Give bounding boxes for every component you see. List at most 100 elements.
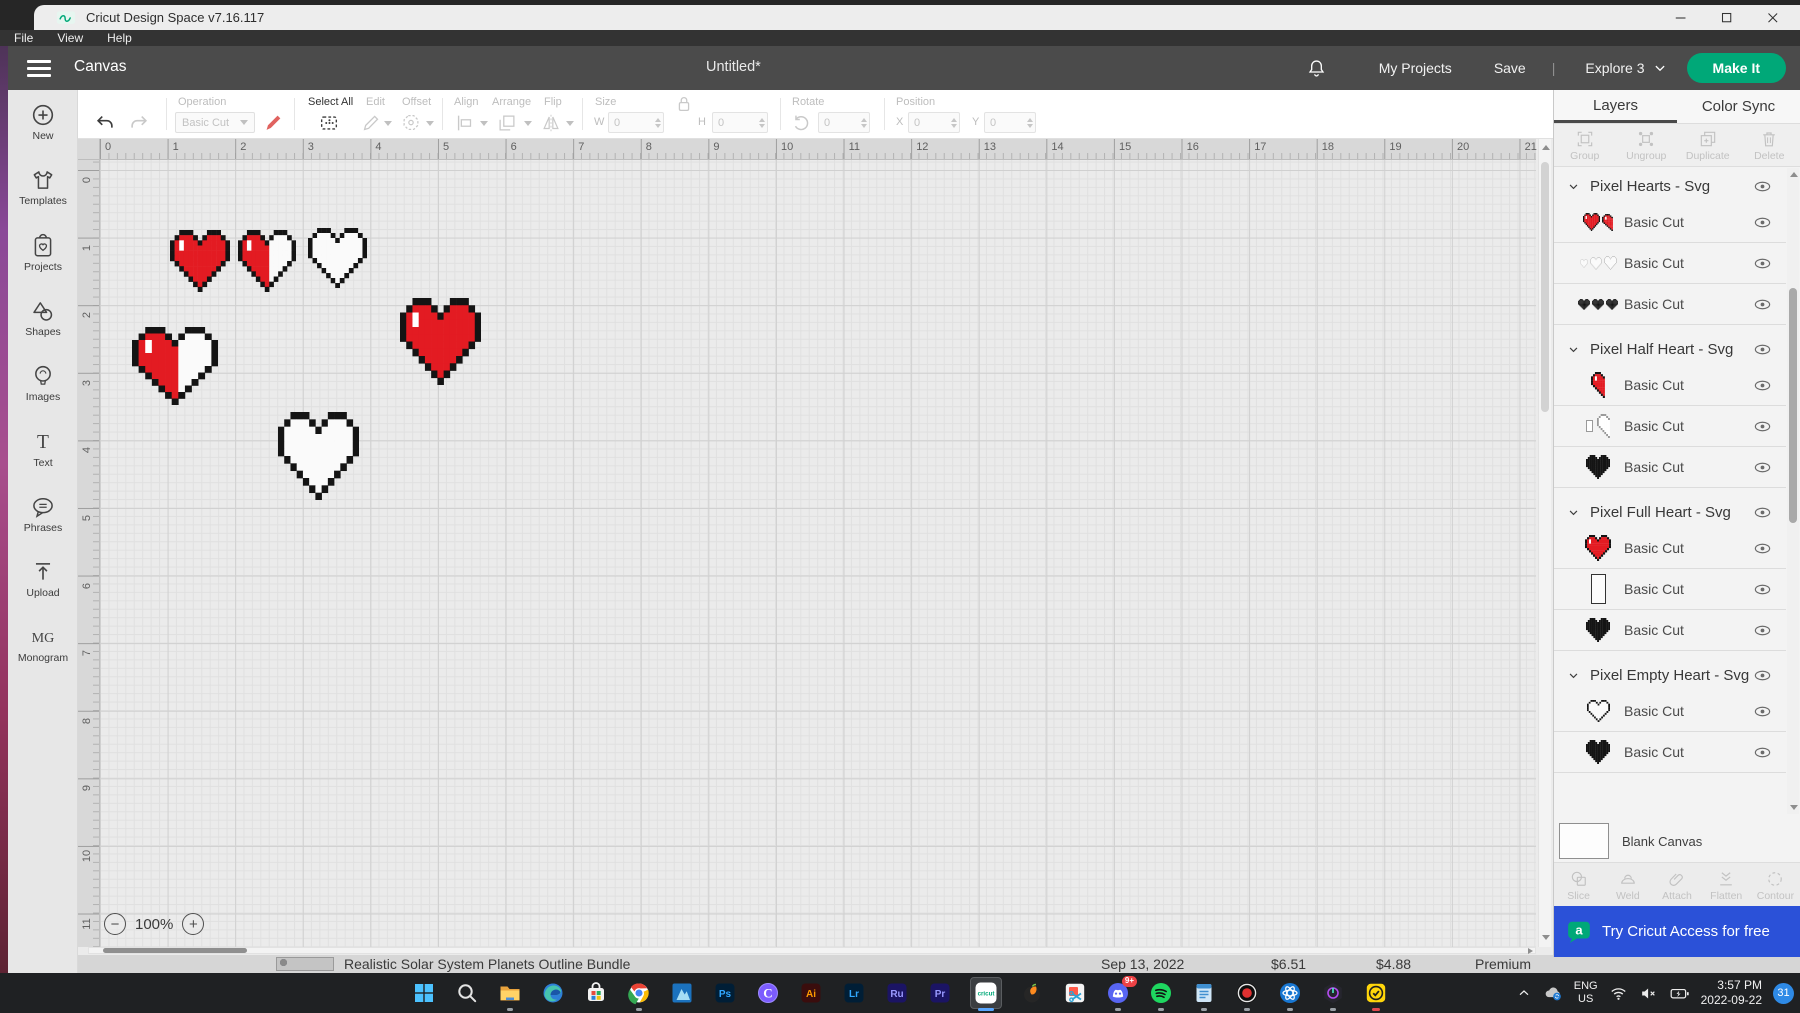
layer-row[interactable]: Basic Cut	[1554, 202, 1786, 243]
language-switcher[interactable]: ENGUS	[1574, 980, 1598, 1005]
menu-file[interactable]: File	[14, 31, 33, 45]
sidebar-item-projects[interactable]: Projects	[8, 233, 78, 273]
tray-overflow-icon[interactable]	[1516, 985, 1532, 1001]
x-stepper[interactable]	[951, 118, 957, 128]
chevron-down-icon[interactable]	[1566, 505, 1581, 520]
layer-row[interactable]: Basic Cut	[1554, 732, 1786, 773]
y-stepper[interactable]	[1027, 118, 1033, 128]
layer-visibility-icon[interactable]	[1753, 340, 1772, 359]
screen-recorder-icon[interactable]	[1234, 980, 1260, 1006]
color-swatch-pencil-icon[interactable]	[262, 112, 284, 134]
undo-button[interactable]	[94, 112, 116, 134]
sidebar-item-shapes[interactable]: Shapes	[8, 298, 78, 338]
chevron-down-icon[interactable]	[1566, 179, 1581, 194]
start-button[interactable]	[411, 980, 437, 1006]
volume-muted-icon[interactable]	[1639, 984, 1658, 1003]
circle-app-icon[interactable]: C	[755, 980, 781, 1006]
science-app-icon[interactable]	[1277, 980, 1303, 1006]
battery-icon[interactable]	[1669, 983, 1690, 1004]
search-button[interactable]	[454, 980, 480, 1006]
layer-visibility-icon[interactable]	[1753, 213, 1772, 232]
canvas-heart-half[interactable]	[238, 230, 296, 297]
canvas-heart-empty[interactable]	[278, 412, 359, 505]
chevron-down-icon[interactable]	[1566, 342, 1581, 357]
canvas-horizontal-scrollbar[interactable]	[88, 947, 1536, 954]
sidebar-item-upload[interactable]: Upload	[8, 559, 78, 599]
slice-button[interactable]: Slice	[1554, 863, 1603, 907]
canvas-heart-full[interactable]	[400, 298, 481, 390]
tab-color-sync[interactable]: Color Sync	[1677, 90, 1800, 123]
panel-scrollbar[interactable]	[1787, 168, 1799, 814]
weld-button[interactable]: Weld	[1603, 863, 1652, 907]
sidebar-item-new[interactable]: New	[8, 102, 78, 142]
menu-help[interactable]: Help	[107, 31, 132, 45]
premiere-pro-icon[interactable]: Pr	[927, 980, 953, 1006]
layer-visibility-icon[interactable]	[1753, 458, 1772, 477]
lock-aspect-icon[interactable]	[673, 93, 689, 109]
notes-app-icon[interactable]	[1191, 980, 1217, 1006]
chrome-icon[interactable]	[626, 980, 652, 1006]
make-it-button[interactable]: Make It	[1687, 53, 1786, 83]
layer-visibility-icon[interactable]	[1753, 580, 1772, 599]
cricut-access-banner[interactable]: a Try Cricut Access for free	[1554, 906, 1800, 957]
onedrive-icon[interactable]	[1543, 983, 1563, 1003]
save-link[interactable]: Save	[1494, 60, 1526, 76]
layer-visibility-icon[interactable]	[1753, 177, 1772, 196]
redo-button[interactable]	[128, 112, 150, 134]
layer-visibility-icon[interactable]	[1753, 503, 1772, 522]
width-stepper[interactable]	[655, 118, 661, 128]
flatten-button[interactable]: Flatten	[1702, 863, 1751, 907]
v-scroll-thumb[interactable]	[1541, 162, 1549, 412]
fl-studio-icon[interactable]	[1019, 980, 1045, 1006]
canvas-heart-empty[interactable]	[308, 228, 367, 293]
close-button[interactable]	[1750, 5, 1796, 30]
lightroom-icon[interactable]: Lr	[841, 980, 867, 1006]
blank-canvas-row[interactable]: Blank Canvas	[1554, 820, 1800, 862]
utility-app-icon[interactable]	[1320, 980, 1346, 1006]
sidebar-item-phrases[interactable]: Phrases	[8, 494, 78, 534]
chevron-down-icon[interactable]	[1651, 59, 1669, 77]
layer-visibility-icon[interactable]	[1753, 254, 1772, 273]
spotify-icon[interactable]	[1148, 980, 1174, 1006]
operation-dropdown[interactable]: Basic Cut	[175, 112, 255, 133]
layer-group-header[interactable]: Pixel Half Heart - Svg	[1554, 334, 1786, 365]
sidebar-item-images[interactable]: Images	[8, 363, 78, 403]
discord-icon[interactable]: 9+	[1105, 980, 1131, 1006]
taskbar-clock[interactable]: 3:57 PM 2022-09-22	[1701, 978, 1762, 1008]
sidebar-item-monogram[interactable]: MGMonogram	[8, 624, 78, 664]
sidebar-item-templates[interactable]: Templates	[8, 167, 78, 207]
maximize-button[interactable]	[1704, 5, 1750, 30]
layer-group-header[interactable]: Pixel Hearts - Svg	[1554, 171, 1786, 202]
rotate-stepper[interactable]	[861, 118, 867, 128]
attach-button[interactable]: Attach	[1652, 863, 1701, 907]
layer-row[interactable]: Basic Cut	[1554, 569, 1786, 610]
canvas-grid[interactable]	[100, 160, 1536, 947]
layer-group-header[interactable]: Pixel Full Heart - Svg	[1554, 497, 1786, 528]
minimize-button[interactable]	[1658, 5, 1704, 30]
document-title[interactable]: Untitled*	[706, 59, 761, 75]
layer-visibility-icon[interactable]	[1753, 743, 1772, 762]
my-projects-link[interactable]: My Projects	[1379, 60, 1452, 76]
affinity-designer-icon[interactable]	[669, 980, 695, 1006]
layer-row[interactable]: Basic Cut	[1554, 528, 1786, 569]
layer-visibility-icon[interactable]	[1753, 539, 1772, 558]
file-explorer-icon[interactable]	[497, 980, 523, 1006]
height-stepper[interactable]	[759, 118, 765, 128]
layer-row[interactable]: Basic Cut	[1554, 365, 1786, 406]
delete-button[interactable]: Delete	[1739, 124, 1800, 166]
layer-row[interactable]: Basic Cut	[1554, 243, 1786, 284]
layer-row[interactable]: Basic Cut	[1554, 691, 1786, 732]
layer-row[interactable]: Basic Cut	[1554, 406, 1786, 447]
menu-view[interactable]: View	[57, 31, 83, 45]
layer-visibility-icon[interactable]	[1753, 702, 1772, 721]
hamburger-menu-icon[interactable]	[27, 60, 51, 77]
layer-visibility-icon[interactable]	[1753, 376, 1772, 395]
duplicate-button[interactable]: Duplicate	[1677, 124, 1739, 166]
video-editor-icon[interactable]	[1062, 980, 1088, 1006]
wifi-icon[interactable]	[1609, 984, 1628, 1003]
h-scroll-thumb[interactable]	[103, 948, 247, 953]
edge-browser-icon[interactable]	[540, 980, 566, 1006]
todo-app-icon[interactable]	[1363, 980, 1389, 1006]
chevron-down-icon[interactable]	[1566, 668, 1581, 683]
notifications-bell-icon[interactable]	[1306, 58, 1327, 79]
